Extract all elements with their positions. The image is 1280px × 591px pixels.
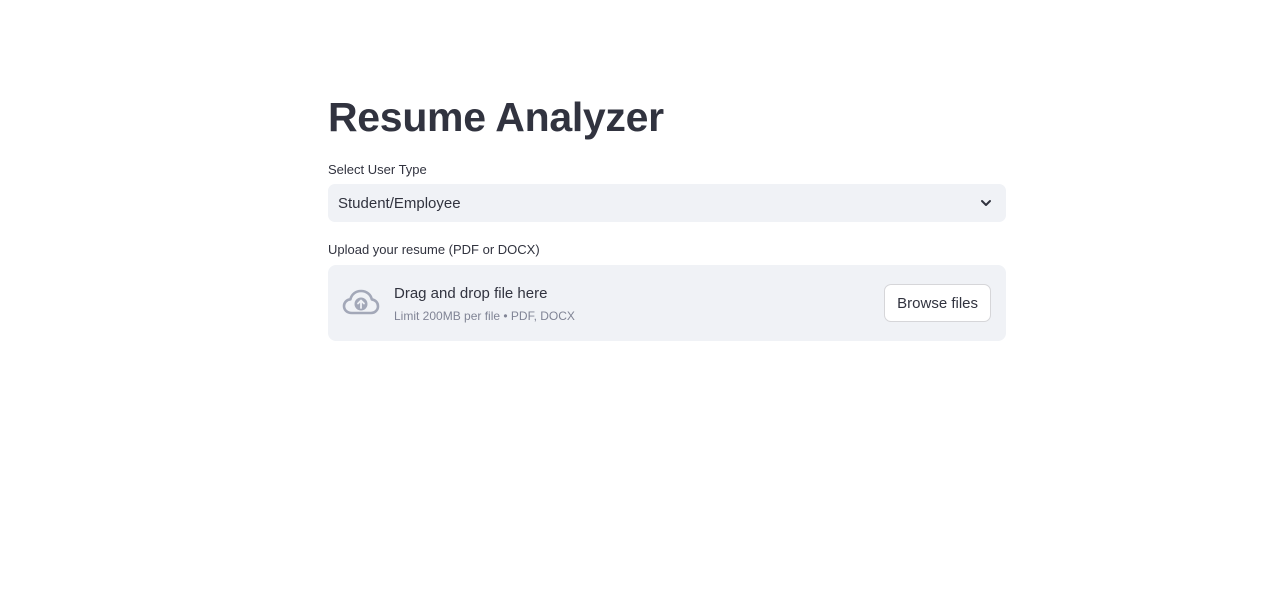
upload-label: Upload your resume (PDF or DOCX) [328, 242, 540, 257]
user-type-select[interactable]: Student/Employee [328, 184, 1006, 222]
chevron-down-icon[interactable] [976, 193, 996, 213]
dropzone-instructions: Drag and drop file here [394, 285, 548, 302]
user-type-label: Select User Type [328, 162, 427, 177]
page: Resume Analyzer Select User Type Student… [0, 0, 1280, 591]
file-dropzone[interactable]: Drag and drop file here Limit 200MB per … [328, 265, 1006, 341]
page-title: Resume Analyzer [328, 94, 664, 140]
file-limit-text: Limit 200MB per file • PDF, DOCX [394, 309, 575, 323]
cloud-upload-icon [342, 287, 380, 319]
browse-files-button[interactable]: Browse files [884, 284, 991, 322]
dropzone-text-group: Drag and drop file here Limit 200MB per … [394, 284, 575, 324]
user-type-selected-value: Student/Employee [338, 194, 461, 212]
